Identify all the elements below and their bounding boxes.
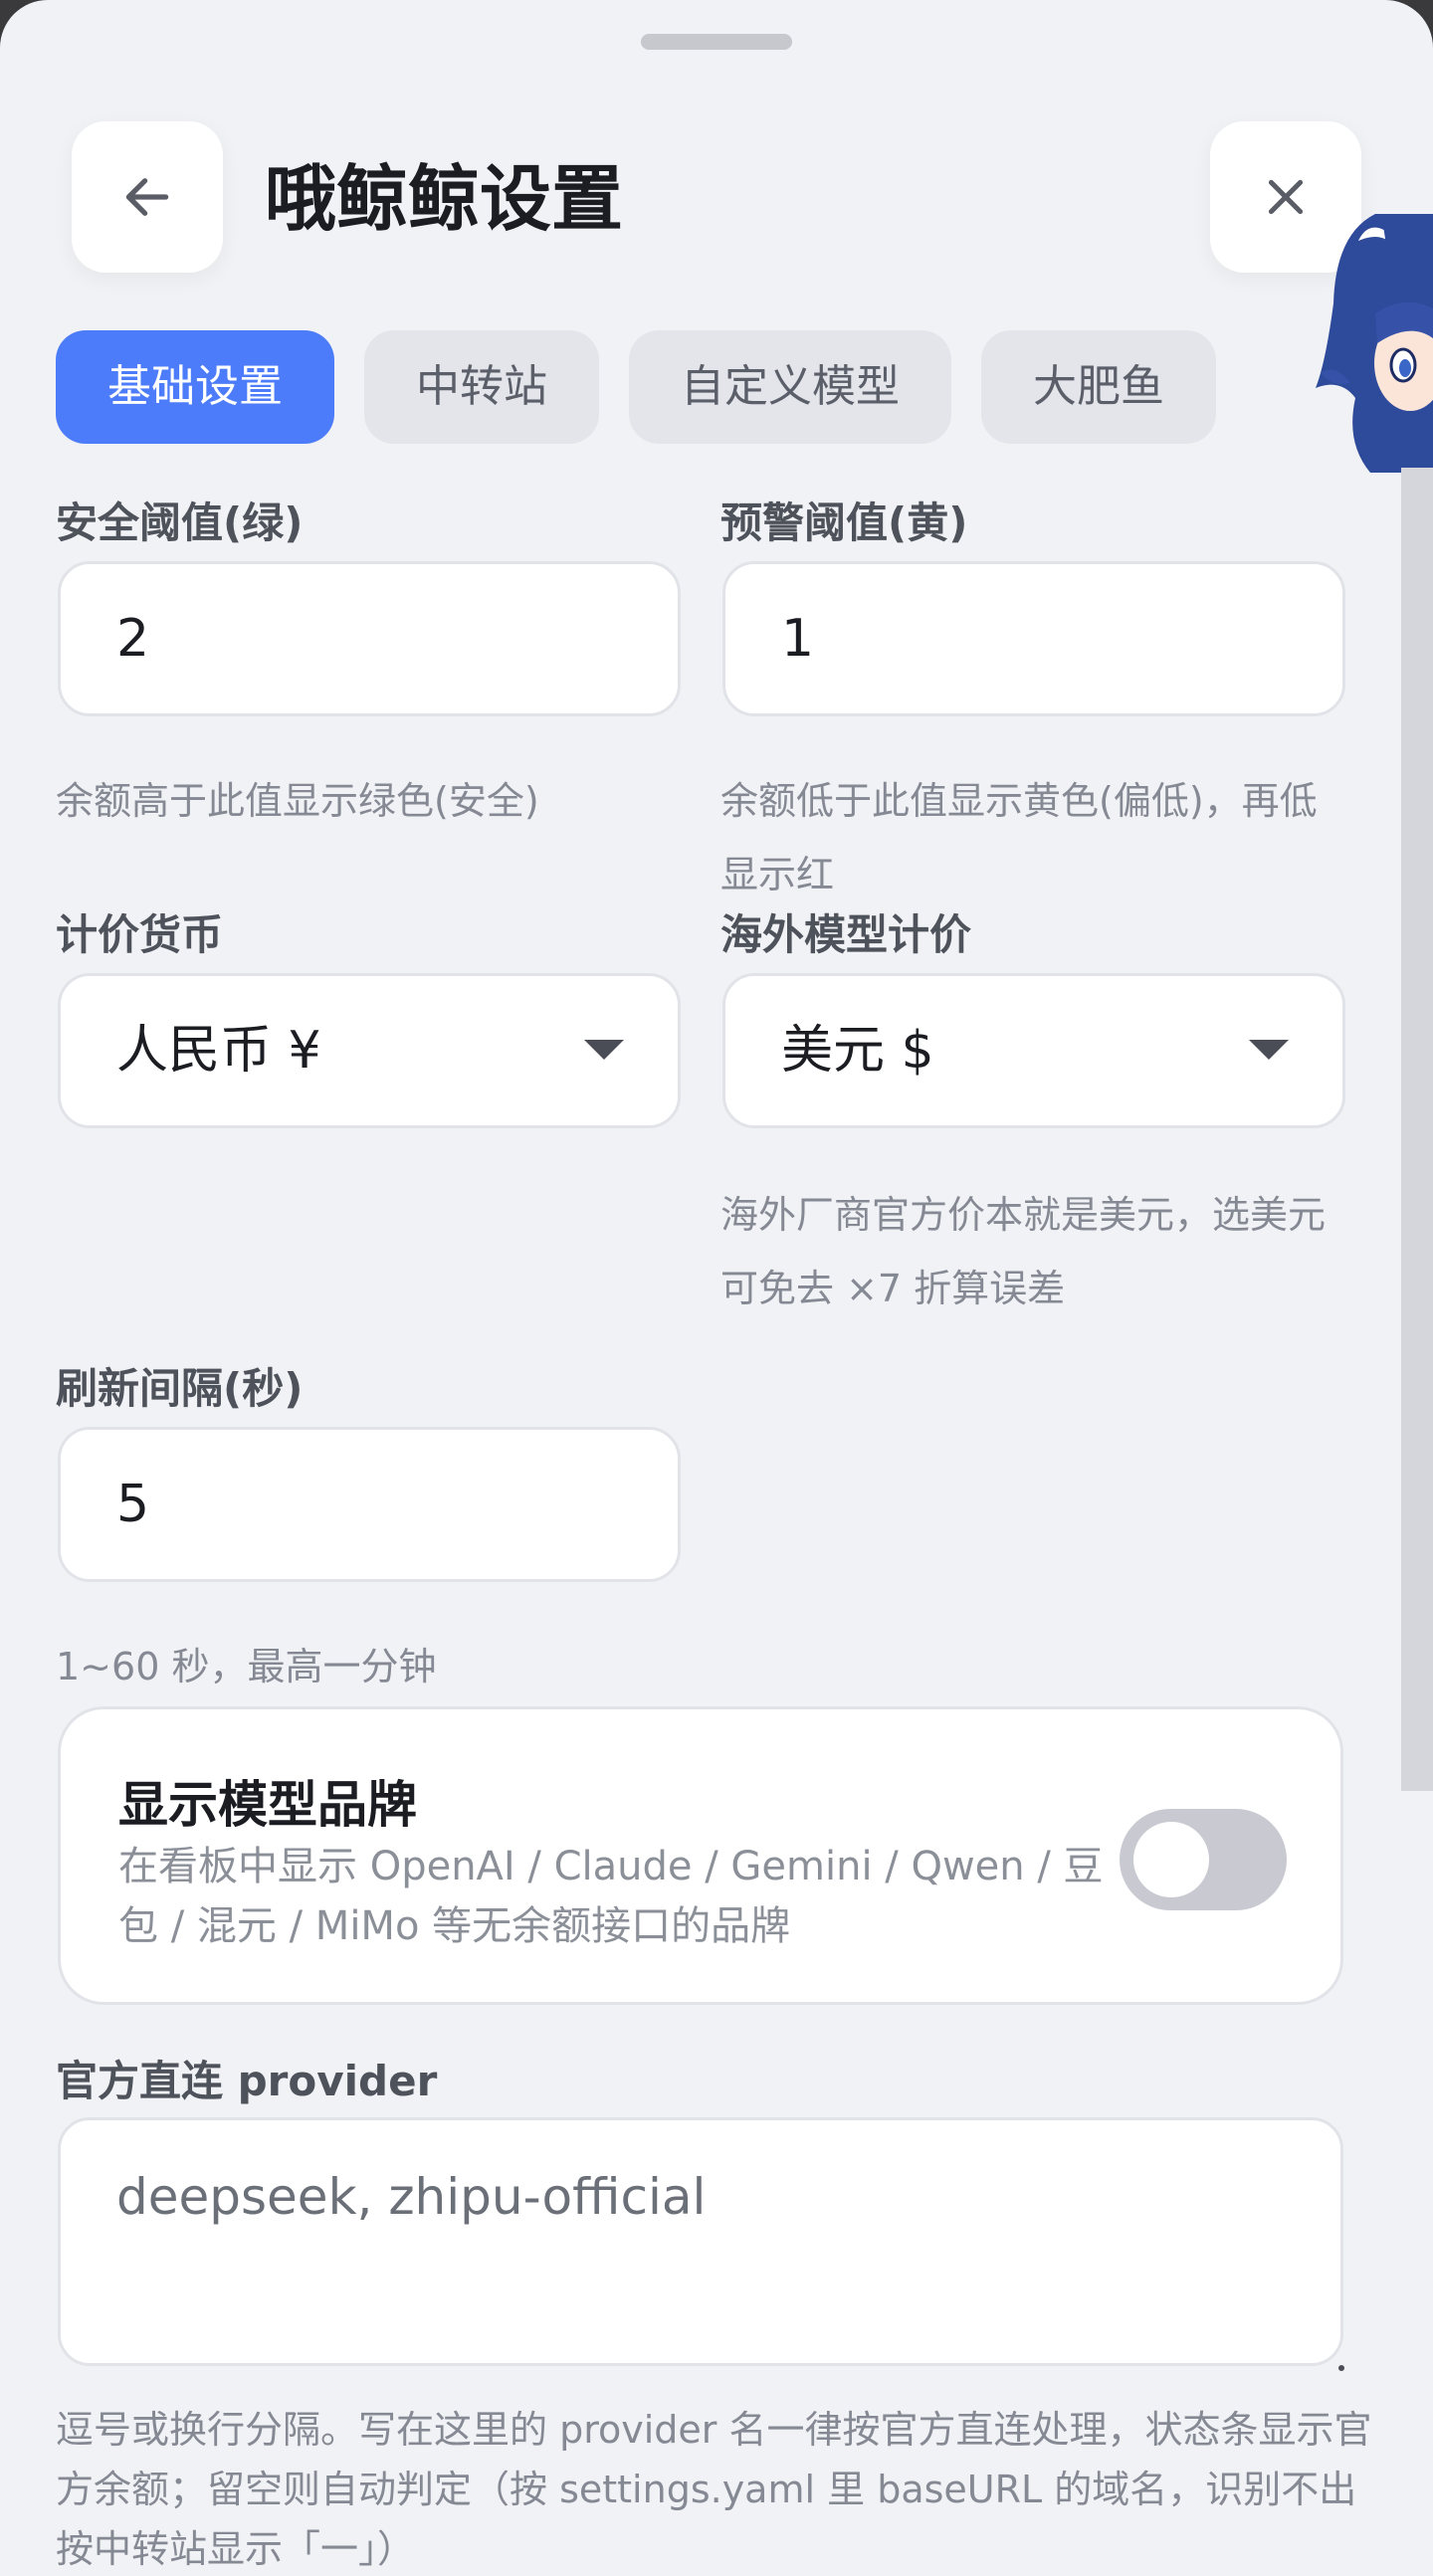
overseas-pricing-help: 海外厂商官方价本就是美元，选美元可免去 ×7 折算误差 bbox=[720, 1193, 1327, 1310]
tab-big-fat-fish[interactable]: 大肥鱼 bbox=[981, 330, 1216, 444]
chevron-down-icon bbox=[1249, 1040, 1289, 1060]
safe-threshold-label: 安全阈值(绿) bbox=[56, 498, 304, 547]
tab-basic-settings[interactable]: 基础设置 bbox=[56, 330, 334, 444]
page-title: 哦鲸鲸设置 bbox=[265, 157, 624, 241]
refresh-interval-input[interactable]: 5 bbox=[58, 1427, 681, 1582]
provider-textarea[interactable]: deepseek, zhipu-official bbox=[58, 2117, 1344, 2371]
settings-sheet: 哦鲸鲸设置 基础设置 中转站 自定义模型 大肥鱼 安全阈值(绿) 2 余额高于此… bbox=[0, 0, 1433, 2576]
mascot-image bbox=[1316, 214, 1433, 473]
back-button[interactable] bbox=[72, 121, 223, 273]
scrollbar-track[interactable] bbox=[1401, 468, 1433, 1791]
currency-select[interactable]: 人民币 ¥ bbox=[58, 973, 681, 1128]
scrollbar-thumb[interactable] bbox=[1401, 468, 1433, 1791]
tab-relay-station[interactable]: 中转站 bbox=[364, 330, 599, 444]
warn-threshold-label: 预警阈值(黄) bbox=[720, 498, 968, 547]
provider-help: 逗号或换行分隔。写在这里的 provider 名一律按官方直连处理，状态条显示官… bbox=[56, 2408, 1372, 2571]
refresh-interval-help: 1~60 秒，最高一分钟 bbox=[56, 1645, 437, 1688]
currency-select-value: 人民币 ¥ bbox=[116, 1021, 321, 1081]
show-brand-card: 显示模型品牌 在看板中显示 OpenAI / Claude / Gemini /… bbox=[58, 1706, 1343, 2005]
close-icon bbox=[1268, 179, 1304, 215]
safe-threshold-help: 余额高于此值显示绿色(安全) bbox=[56, 779, 539, 823]
provider-textarea-value: deepseek, zhipu-official bbox=[116, 2168, 707, 2226]
chevron-down-icon bbox=[584, 1040, 624, 1060]
drag-handle[interactable] bbox=[641, 34, 792, 50]
show-brand-description: 在看板中显示 OpenAI / Claude / Gemini / Qwen /… bbox=[118, 1844, 1104, 1949]
refresh-interval-label: 刷新间隔(秒) bbox=[56, 1364, 304, 1413]
provider-label: 官方直连 provider bbox=[56, 2057, 438, 2105]
show-brand-toggle[interactable] bbox=[1120, 1809, 1287, 1910]
resize-handle-icon[interactable] bbox=[1338, 2365, 1344, 2371]
safe-threshold-input[interactable]: 2 bbox=[58, 561, 681, 716]
tab-custom-model[interactable]: 自定义模型 bbox=[629, 330, 951, 444]
arrow-left-icon bbox=[125, 178, 169, 216]
currency-label: 计价货币 bbox=[56, 910, 224, 959]
show-brand-title: 显示模型品牌 bbox=[118, 1776, 417, 1834]
overseas-pricing-select-value: 美元 $ bbox=[781, 1021, 934, 1081]
overseas-pricing-select[interactable]: 美元 $ bbox=[722, 973, 1345, 1128]
tab-bar: 基础设置 中转站 自定义模型 大肥鱼 bbox=[56, 330, 1216, 444]
warn-threshold-help: 余额低于此值显示黄色(偏低)，再低显示红 bbox=[720, 779, 1318, 896]
toggle-knob bbox=[1133, 1822, 1209, 1897]
warn-threshold-input[interactable]: 1 bbox=[722, 561, 1345, 716]
overseas-pricing-label: 海外模型计价 bbox=[720, 910, 972, 959]
